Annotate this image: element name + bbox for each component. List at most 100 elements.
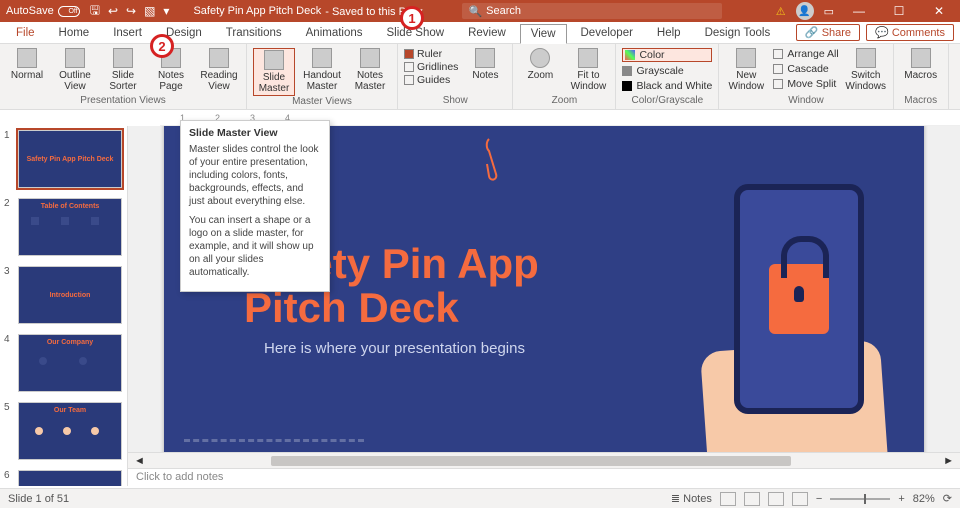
annotation-callout-1: 1: [400, 6, 424, 30]
bw-mode-button[interactable]: Black and White: [622, 80, 712, 92]
outline-icon: [65, 48, 85, 68]
color-icon: [625, 50, 635, 60]
notes-pane-button[interactable]: Notes: [464, 48, 506, 81]
slide-thumbnails[interactable]: 1Safety Pin App Pitch Deck 2Table of Con…: [0, 126, 128, 486]
title-bar: AutoSave Off 🖫 ↩ ↪ ▧ ▾ Safety Pin App Pi…: [0, 0, 960, 22]
arrange-icon: [773, 49, 783, 59]
macros-button[interactable]: Macros: [900, 48, 942, 81]
reading-icon: [209, 48, 229, 68]
search-icon: 🔍: [468, 5, 482, 18]
zoom-in-button[interactable]: +: [898, 493, 904, 505]
check-icon: [404, 75, 414, 85]
thumbnail-3[interactable]: 3Introduction: [4, 266, 123, 324]
thumbnail-5[interactable]: 5Our Team: [4, 402, 123, 460]
ribbon: Normal Outline View Slide Sorter Notes P…: [0, 44, 960, 110]
notes-toggle[interactable]: ≣ Notes: [671, 492, 712, 505]
reading-view-icon[interactable]: [768, 492, 784, 506]
new-window-button[interactable]: New Window: [725, 48, 767, 92]
group-presentation-views: Normal Outline View Slide Sorter Notes P…: [0, 44, 247, 109]
reading-view-button[interactable]: Reading View: [198, 48, 240, 92]
switch-windows-button[interactable]: Switch Windows: [845, 48, 887, 92]
tab-insert[interactable]: Insert: [103, 24, 152, 42]
notes-master-button[interactable]: Notes Master: [349, 48, 391, 92]
slide-subtitle[interactable]: Here is where your presentation begins: [264, 340, 525, 357]
account-avatar[interactable]: 👤: [796, 2, 814, 20]
group-color: Color Grayscale Black and White Color/Gr…: [616, 44, 719, 109]
ribbon-options-icon[interactable]: ▭: [824, 5, 834, 18]
normal-icon: [17, 48, 37, 68]
gridlines-checkbox[interactable]: Gridlines: [404, 61, 458, 73]
main-area: 1Safety Pin App Pitch Deck 2Table of Con…: [0, 126, 960, 486]
scrollbar-thumb[interactable]: [271, 456, 791, 466]
dotted-line: [184, 439, 364, 442]
thumbnail-1[interactable]: 1Safety Pin App Pitch Deck: [4, 130, 123, 188]
zoom-icon: [530, 48, 550, 68]
horizontal-scrollbar[interactable]: ◄►: [128, 452, 960, 468]
zoom-button[interactable]: Zoom: [519, 48, 561, 81]
fit-to-window-icon[interactable]: ⟳: [943, 492, 952, 505]
thumbnail-4[interactable]: 4Our Company: [4, 334, 123, 392]
scroll-left-icon[interactable]: ◄: [128, 455, 151, 467]
scroll-right-icon[interactable]: ►: [937, 455, 960, 467]
thumbnail-6[interactable]: 6: [4, 470, 123, 486]
start-slideshow-icon[interactable]: ▧: [144, 4, 155, 18]
qat-more-icon[interactable]: ▾: [163, 4, 169, 18]
autosave-toggle[interactable]: Off: [58, 6, 80, 17]
maximize-button[interactable]: ☐: [884, 4, 914, 18]
tab-transitions[interactable]: Transitions: [216, 24, 292, 42]
slide-master-button[interactable]: Slide Master: [253, 48, 295, 96]
normal-view-button[interactable]: Normal: [6, 48, 48, 81]
ruler-checkbox[interactable]: Ruler: [404, 48, 458, 60]
handout-master-button[interactable]: Handout Master: [301, 48, 343, 92]
grayscale-mode-button[interactable]: Grayscale: [622, 65, 712, 77]
tab-developer[interactable]: Developer: [571, 24, 643, 42]
autosave[interactable]: AutoSave Off: [6, 5, 80, 17]
save-icon[interactable]: 🖫: [90, 1, 100, 22]
sorter-view-icon[interactable]: [744, 492, 760, 506]
tab-file[interactable]: File: [6, 24, 45, 42]
macros-icon: [911, 48, 931, 68]
notes-pane[interactable]: Click to add notes: [128, 468, 960, 486]
search-placeholder: Search: [486, 5, 521, 17]
group-zoom: Zoom Fit to Window Zoom: [513, 44, 616, 109]
tab-view[interactable]: View: [520, 24, 567, 44]
autosave-label: AutoSave: [6, 5, 54, 17]
ribbon-tabs: File Home Insert Design Transitions Anim…: [0, 22, 960, 44]
tab-designtools[interactable]: Design Tools: [695, 24, 781, 42]
tab-review[interactable]: Review: [458, 24, 516, 42]
slide-counter[interactable]: Slide 1 of 51: [8, 493, 69, 505]
color-mode-button[interactable]: Color: [622, 48, 712, 62]
notes-icon: [475, 48, 495, 68]
zoom-out-button[interactable]: −: [816, 493, 822, 505]
move-split-button[interactable]: Move Split: [773, 78, 838, 90]
normal-view-icon[interactable]: [720, 492, 736, 506]
zoom-level[interactable]: 82%: [913, 493, 935, 505]
slideshow-view-icon[interactable]: [792, 492, 808, 506]
outline-view-button[interactable]: Outline View: [54, 48, 96, 92]
slide-sorter-button[interactable]: Slide Sorter: [102, 48, 144, 92]
tab-help[interactable]: Help: [647, 24, 691, 42]
document-title: Safety Pin App Pitch Deck: [193, 5, 321, 17]
zoom-slider[interactable]: [830, 498, 890, 500]
guides-checkbox[interactable]: Guides: [404, 74, 458, 86]
fit-window-button[interactable]: Fit to Window: [567, 48, 609, 92]
sorter-icon: [113, 48, 133, 68]
warning-icon[interactable]: ⚠: [776, 5, 786, 18]
cascade-button[interactable]: Cascade: [773, 63, 838, 75]
newwin-icon: [736, 48, 756, 68]
quick-access-toolbar: 🖫 ↩ ↪ ▧ ▾: [90, 1, 170, 22]
share-button[interactable]: 🔗 Share: [796, 24, 860, 41]
minimize-button[interactable]: —: [844, 4, 874, 18]
tab-home[interactable]: Home: [49, 24, 100, 42]
search-box[interactable]: 🔍 Search: [462, 3, 722, 19]
group-label-show: Show: [404, 95, 506, 107]
comments-button[interactable]: 💬 Comments: [866, 24, 954, 41]
close-button[interactable]: ✕: [924, 4, 954, 18]
tab-animations[interactable]: Animations: [296, 24, 373, 42]
group-label-color: Color/Grayscale: [622, 95, 712, 107]
arrange-all-button[interactable]: Arrange All: [773, 48, 838, 60]
notesmaster-icon: [360, 48, 380, 68]
redo-icon[interactable]: ↪: [126, 4, 136, 18]
thumbnail-2[interactable]: 2Table of Contents: [4, 198, 123, 256]
undo-icon[interactable]: ↩: [108, 4, 118, 18]
